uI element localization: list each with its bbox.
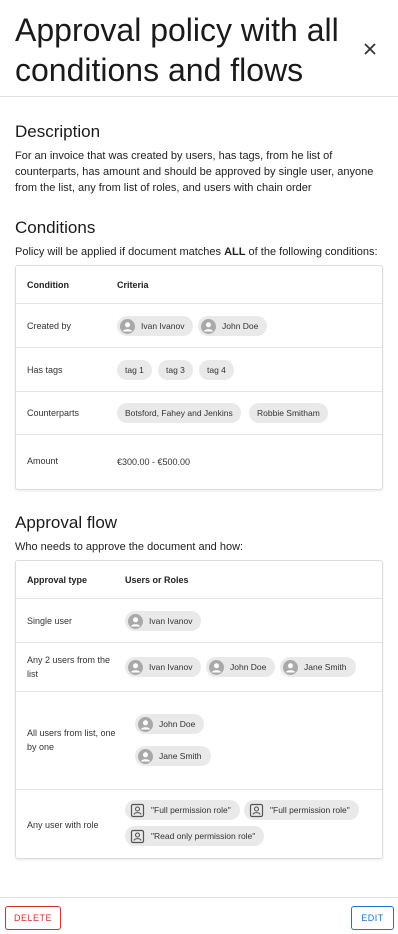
description-heading: Description <box>15 122 101 141</box>
condition-label: Amount <box>27 456 59 466</box>
user-chip: Ivan Ivanov <box>117 316 194 336</box>
page-title: Approval policy with all conditions and … <box>15 12 339 88</box>
conditions-header-row: Condition Criteria <box>16 266 382 304</box>
user-chip: Ivan Ivanov <box>125 657 202 677</box>
approval-type-label: Any user with role <box>27 820 99 830</box>
role-chip-label: "Read only permission role" <box>151 831 256 841</box>
user-avatar-icon <box>209 659 224 675</box>
conditions-intro-end: of the following conditions: <box>245 246 378 258</box>
conditions-intro-start: Policy will be applied if document match… <box>15 246 225 258</box>
user-chip: Jane Smith <box>135 746 211 766</box>
user-avatar-icon <box>201 318 216 334</box>
close-icon <box>364 43 376 55</box>
approval-flow-heading: Approval flow <box>15 513 118 532</box>
approval-flow-intro: Who needs to approve the document and ho… <box>15 541 244 553</box>
tag-chip: tag 3 <box>158 360 193 380</box>
user-chip: John Doe <box>135 714 205 734</box>
tag-chip: tag 4 <box>199 360 234 380</box>
user-chip: John Doe <box>198 316 268 336</box>
role-chip: "Full permission role" <box>244 800 359 820</box>
condition-label: Created by <box>27 321 72 331</box>
column-header-approval-type: Approval type <box>27 575 88 585</box>
user-avatar-icon <box>283 659 298 675</box>
drawer-footer: DELETE EDIT <box>0 897 398 934</box>
drawer-header: Approval policy with all conditions and … <box>0 0 398 97</box>
user-avatar-icon <box>128 613 143 629</box>
column-header-condition: Condition <box>27 280 69 290</box>
table-row: Has tags tag 1 tag 3 tag 4 <box>16 348 382 392</box>
table-row: Any user with role "Full permission role… <box>16 790 382 858</box>
table-row: Any 2 users from the list Ivan Ivanov Jo… <box>16 643 382 692</box>
approval-header-row: Approval type Users or Roles <box>16 561 382 599</box>
role-chip: "Full permission role" <box>125 800 240 820</box>
user-chip-label: Jane Smith <box>304 662 347 672</box>
table-row: Single user Ivan Ivanov <box>16 599 382 643</box>
close-button[interactable] <box>358 37 382 61</box>
counterpart-chip: Botsford, Fahey and Jenkins <box>117 403 241 423</box>
user-chip-label: Ivan Ivanov <box>141 321 185 331</box>
user-avatar-icon <box>128 659 143 675</box>
user-avatar-icon <box>138 716 153 732</box>
tag-chip: tag 1 <box>117 360 152 380</box>
role-badge-icon <box>249 803 264 817</box>
condition-label: Counterparts <box>27 408 80 418</box>
approval-type-label: Single user <box>27 616 73 626</box>
user-avatar-icon <box>138 748 153 764</box>
table-row: Counterparts Botsford, Fahey and Jenkins… <box>16 392 382 435</box>
user-chip-label: Jane Smith <box>159 751 202 761</box>
column-header-users-or-roles: Users or Roles <box>125 575 189 585</box>
user-chip-label: John Doe <box>222 321 259 331</box>
table-row: Amount €300.00 - €500.00 <box>16 435 382 489</box>
role-badge-icon <box>130 803 145 817</box>
counterpart-chip: Robbie Smitham <box>249 403 328 423</box>
user-chip: Ivan Ivanov <box>125 611 202 631</box>
user-chip-label: John Doe <box>230 662 267 672</box>
conditions-heading: Conditions <box>15 218 96 237</box>
approval-type-label: All users from list, one by one <box>27 728 116 752</box>
edit-button[interactable]: EDIT <box>351 906 394 930</box>
column-header-criteria: Criteria <box>117 280 149 290</box>
conditions-table: Condition Criteria Created by Ivan Ivano… <box>15 265 383 490</box>
role-chip-label: "Full permission role" <box>151 805 231 815</box>
delete-button[interactable]: DELETE <box>5 906 61 930</box>
approval-flow-table: Approval type Users or Roles Single user… <box>15 560 383 859</box>
role-chip: "Read only permission role" <box>125 826 265 846</box>
user-avatar-icon <box>120 318 135 334</box>
role-badge-icon <box>130 829 145 843</box>
role-chip-label: "Full permission role" <box>270 805 350 815</box>
user-chip-label: John Doe <box>159 719 196 729</box>
approval-type-label: Any 2 users from the list <box>27 655 111 679</box>
condition-label: Has tags <box>27 365 63 375</box>
user-chip: Jane Smith <box>280 657 356 677</box>
user-chip-label: Ivan Ivanov <box>149 616 193 626</box>
user-chip-label: Ivan Ivanov <box>149 662 193 672</box>
conditions-intro-all: ALL <box>224 246 246 258</box>
description-text: For an invoice that was created by users… <box>15 150 374 194</box>
table-row: All users from list, one by one John Doe… <box>16 692 382 790</box>
amount-range: €300.00 - €500.00 <box>117 457 191 467</box>
conditions-intro: Policy will be applied if document match… <box>15 244 385 260</box>
table-row: Created by Ivan Ivanov John Doe <box>16 304 382 348</box>
user-chip: John Doe <box>206 657 276 677</box>
